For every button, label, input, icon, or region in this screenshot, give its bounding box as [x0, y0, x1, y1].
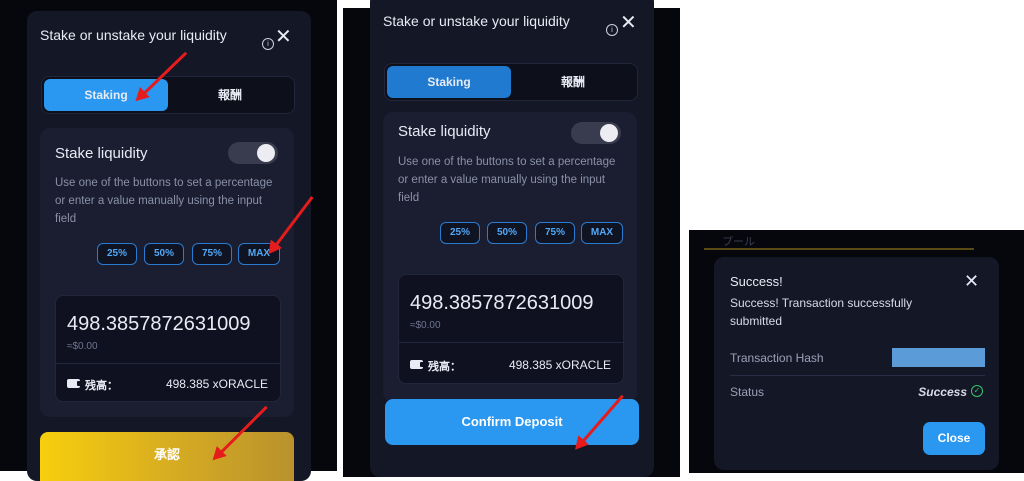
wallet-icon	[67, 379, 82, 388]
amount-input-box[interactable]: 498.3857872631009 ≈$0.00 残高： 498.385 xOR…	[55, 295, 281, 402]
stake-liquidity-label: Stake liquidity	[55, 145, 148, 162]
pct-75-button[interactable]: 75%	[535, 222, 575, 244]
wallet-icon	[410, 360, 425, 369]
fiat-value: ≈$0.00	[67, 341, 98, 352]
success-dialog: Success! ✕ Success! Transaction successf…	[714, 257, 999, 470]
check-circle-icon: ✓	[971, 385, 983, 397]
tab-rewards[interactable]: 報酬	[511, 66, 635, 98]
close-icon[interactable]: ✕	[275, 26, 292, 46]
stake-description: Use one of the buttons to set a percenta…	[55, 177, 273, 225]
success-title: Success!	[730, 274, 783, 289]
status-label: Status	[730, 385, 765, 399]
tab-rewards[interactable]: 報酬	[168, 79, 292, 111]
approve-button[interactable]: 承認	[40, 432, 294, 481]
stake-toggle[interactable]	[571, 122, 621, 144]
tab-staking[interactable]: Staking	[387, 66, 511, 98]
background-divider	[704, 248, 974, 250]
modal-title: Stake or unstake your liquidity	[383, 13, 570, 29]
pct-max-button[interactable]: MAX	[581, 222, 623, 244]
stake-toggle[interactable]	[228, 142, 278, 164]
toggle-knob	[257, 144, 275, 162]
stake-tabs: Staking 報酬	[384, 63, 638, 101]
info-icon[interactable]: i	[262, 38, 274, 50]
balance-label: 残高：	[428, 361, 461, 373]
close-icon[interactable]: ✕	[964, 272, 979, 292]
close-icon[interactable]: ✕	[620, 12, 637, 32]
success-message: Success! Transaction successfully submit…	[730, 296, 913, 328]
toggle-knob	[600, 124, 618, 142]
balance-value: 498.385 xORACLE	[165, 377, 268, 391]
fiat-value: ≈$0.00	[410, 320, 441, 331]
background-pool-label: プール	[722, 236, 755, 248]
pct-50-button[interactable]: 50%	[487, 222, 527, 244]
transaction-hash-label: Transaction Hash	[730, 351, 824, 365]
amount-divider	[399, 342, 623, 343]
amount-divider	[56, 363, 280, 364]
amount-input-box[interactable]: 498.3857872631009 ≈$0.00 残高： 498.385 xOR…	[398, 274, 624, 384]
modal-title: Stake or unstake your liquidity	[40, 27, 227, 43]
amount-input[interactable]: 498.3857872631009	[67, 313, 279, 336]
pct-25-button[interactable]: 25%	[97, 243, 137, 265]
pct-75-button[interactable]: 75%	[192, 243, 232, 265]
stake-card: Stake liquidity Use one of the buttons t…	[40, 128, 294, 417]
stake-description: Use one of the buttons to set a percenta…	[398, 156, 616, 204]
info-icon[interactable]: i	[606, 24, 618, 36]
stake-card: Stake liquidity Use one of the buttons t…	[383, 112, 637, 402]
balance-label: 残高：	[85, 380, 118, 392]
tab-staking[interactable]: Staking	[44, 79, 168, 111]
pct-25-button[interactable]: 25%	[440, 222, 480, 244]
pct-50-button[interactable]: 50%	[144, 243, 184, 265]
balance-value: 498.385 xORACLE	[508, 358, 611, 372]
row-divider	[730, 375, 985, 376]
stake-tabs: Staking 報酬	[41, 76, 295, 114]
stake-liquidity-label: Stake liquidity	[398, 123, 491, 140]
transaction-hash-value[interactable]	[892, 348, 985, 367]
status-value: Success	[918, 385, 967, 399]
amount-input[interactable]: 498.3857872631009	[410, 292, 622, 315]
close-button[interactable]: Close	[923, 422, 985, 455]
